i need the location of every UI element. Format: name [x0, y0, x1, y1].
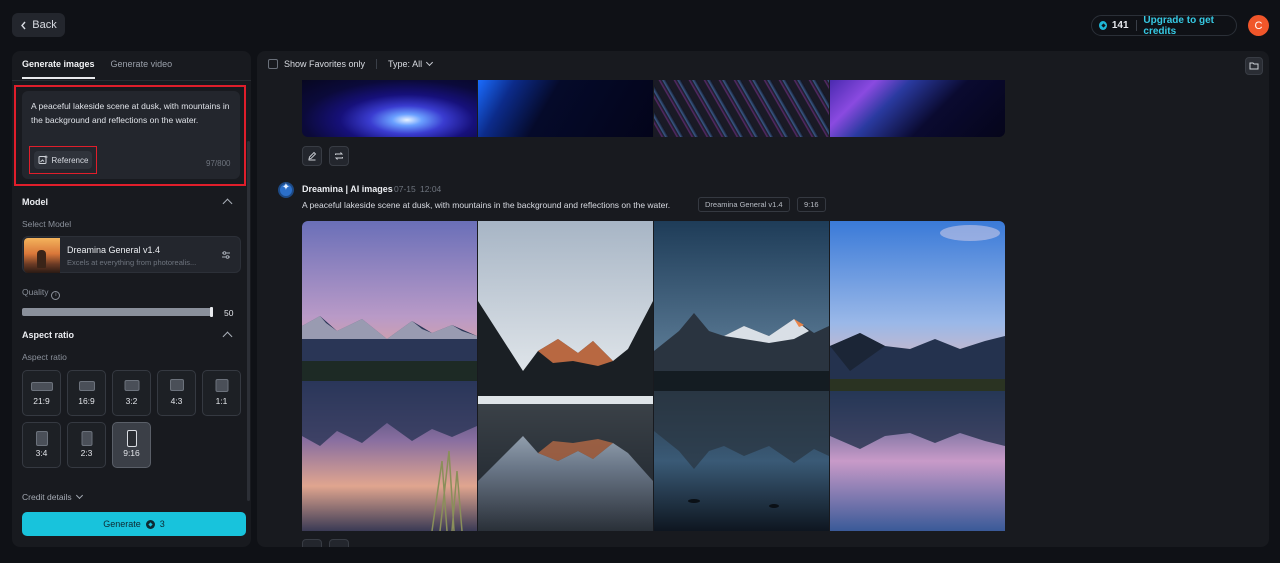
regenerate-button[interactable]: [329, 146, 349, 166]
generate-cost: 3: [159, 519, 165, 529]
char-count: 97/800: [206, 159, 231, 168]
mode-tabs: Generate images Generate video: [22, 59, 172, 79]
result-image[interactable]: [302, 80, 477, 137]
ratio-shape-icon: [215, 379, 228, 392]
back-label: Back: [32, 19, 57, 31]
aspect-option-label: 21:9: [33, 396, 50, 406]
aspect-option-label: 3:2: [125, 396, 138, 406]
lake-scene-image: [830, 221, 1005, 531]
message-time: 12:04: [420, 184, 442, 194]
chevron-left-icon: [21, 21, 26, 29]
lake-scene-image: [302, 221, 477, 531]
lake-scene-image: [654, 221, 829, 531]
divider: [1135, 20, 1137, 31]
message-prompt: A peaceful lakeside scene at dusk, with …: [302, 200, 671, 210]
tab-generate-video[interactable]: Generate video: [111, 59, 173, 79]
aspect-ratio-label: Aspect ratio: [22, 352, 67, 362]
quality-slider[interactable]: [22, 308, 212, 316]
divider: [376, 59, 378, 69]
ratio-shape-icon: [169, 379, 184, 391]
quality-label: Quality i: [22, 287, 61, 300]
info-icon[interactable]: i: [51, 291, 61, 300]
message-date: 07-15: [394, 184, 416, 194]
message-author: Dreamina | AI images: [302, 184, 393, 194]
favorites-checkbox[interactable]: [268, 59, 278, 69]
chevron-up-icon[interactable]: [222, 198, 233, 209]
model-selector[interactable]: Dreamina General v1.4 Excels at everythi…: [22, 236, 241, 273]
chevron-down-icon: [75, 491, 83, 500]
ratio-shape-icon: [81, 431, 92, 446]
model-description: Excels at everything from photorealis...: [67, 258, 197, 267]
previous-results-strip: [302, 80, 1005, 137]
credit-coin-icon: [145, 519, 155, 529]
aspect-option-9-16[interactable]: 9:16: [112, 422, 151, 468]
aspect-option-3-2[interactable]: 3:2: [112, 370, 151, 416]
aspect-option-1-1[interactable]: 1:1: [202, 370, 241, 416]
credits-count: 141: [1111, 20, 1129, 31]
favorites-label[interactable]: Show Favorites only: [284, 59, 365, 69]
reference-highlight-outline: [29, 146, 97, 174]
tab-generate-images[interactable]: Generate images: [22, 59, 95, 79]
ratio-shape-icon: [35, 431, 48, 446]
folder-icon: [1249, 62, 1259, 70]
select-model-label: Select Model: [22, 219, 72, 229]
chevron-down-icon: [426, 58, 434, 67]
avatar[interactable]: C: [1248, 15, 1269, 36]
ratio-shape-icon: [78, 381, 95, 391]
sliders-icon[interactable]: [221, 250, 231, 260]
folder-button[interactable]: [1245, 57, 1263, 75]
pencil-icon: [308, 151, 317, 161]
aspect-option-label: 16:9: [78, 396, 95, 406]
type-filter-dropdown[interactable]: Type: All: [388, 58, 434, 69]
back-button[interactable]: Back: [12, 13, 65, 37]
result-image[interactable]: [830, 80, 1005, 137]
chevron-up-icon[interactable]: [222, 331, 233, 342]
repeat-icon: [334, 152, 344, 160]
result-image[interactable]: [478, 221, 653, 531]
aspect-option-label: 1:1: [215, 396, 228, 406]
aspect-option-label: 3:4: [35, 448, 48, 458]
scrollbar[interactable]: [247, 141, 250, 501]
aspect-option-label: 4:3: [170, 396, 183, 406]
result-image-grid: [302, 221, 1005, 531]
edit-button[interactable]: [302, 539, 322, 547]
aspect-option-3-4[interactable]: 3:4: [22, 422, 61, 468]
regenerate-button[interactable]: [329, 539, 349, 547]
aspect-option-16-9[interactable]: 16:9: [67, 370, 106, 416]
ratio-shape-icon: [30, 382, 53, 391]
model-thumbnail: [24, 238, 60, 273]
result-image[interactable]: [654, 80, 829, 137]
lake-scene-image: [478, 221, 653, 531]
aspect-option-label: 9:16: [123, 448, 140, 458]
dreamina-logo-icon: [278, 182, 294, 198]
divider: [12, 80, 251, 81]
credits-upgrade-button[interactable]: 141 Upgrade to get credits: [1091, 14, 1237, 37]
result-image[interactable]: [302, 221, 477, 531]
ratio-shape-icon: [126, 430, 137, 447]
ratio-chip: 9:16: [797, 197, 826, 212]
quality-slider-handle[interactable]: [210, 307, 213, 317]
result-image[interactable]: [478, 80, 653, 137]
upgrade-label: Upgrade to get credits: [1143, 14, 1214, 37]
quality-value: 50: [224, 308, 234, 318]
results-toolbar: Show Favorites only Type: All: [268, 58, 434, 69]
model-chip: Dreamina General v1.4: [698, 197, 790, 212]
credit-coin-icon: [1099, 21, 1107, 30]
credit-details-toggle[interactable]: Credit details: [22, 491, 83, 502]
aspect-option-4-3[interactable]: 4:3: [157, 370, 196, 416]
model-name: Dreamina General v1.4: [67, 245, 161, 255]
edit-button[interactable]: [302, 146, 322, 166]
results-panel: Show Favorites only Type: All Dreamina |…: [257, 51, 1269, 547]
aspect-section-title: Aspect ratio: [22, 330, 75, 340]
generate-button[interactable]: Generate 3: [22, 512, 246, 536]
model-section-title: Model: [22, 197, 48, 207]
result-image[interactable]: [830, 221, 1005, 531]
aspect-option-2-3[interactable]: 2:3: [67, 422, 106, 468]
left-panel: Generate images Generate video A peacefu…: [12, 51, 251, 547]
ratio-shape-icon: [124, 380, 139, 391]
generate-label: Generate: [103, 519, 141, 529]
aspect-option-label: 2:3: [80, 448, 93, 458]
aspect-option-21-9[interactable]: 21:9: [22, 370, 61, 416]
result-image[interactable]: [654, 221, 829, 531]
